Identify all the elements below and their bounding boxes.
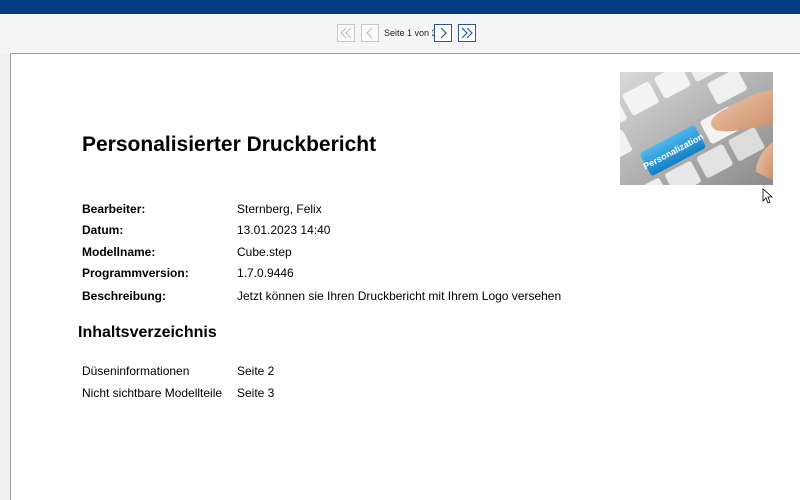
- toc-entry-page: Seite 3: [237, 386, 275, 400]
- toc-entry-label: Nicht sichtbare Modellteile: [82, 386, 223, 400]
- last-page-button[interactable]: [458, 24, 476, 42]
- report-page: Personalization ctrl Personalisierter Dr…: [10, 53, 800, 500]
- report-logo-image: Personalization ctrl: [620, 72, 773, 185]
- mouse-cursor-icon: [762, 188, 774, 204]
- field-value-bearbeiter: Sternberg, Felix: [237, 202, 322, 216]
- previous-page-icon: [366, 27, 373, 39]
- field-value-programmversion: 1.7.0.9446: [237, 266, 294, 280]
- toc-entry-page: Seite 2: [237, 364, 275, 378]
- toc-entry-label: Düseninformationen: [82, 364, 190, 378]
- first-page-button[interactable]: [337, 24, 355, 42]
- field-value-modellname: Cube.step: [237, 245, 292, 259]
- window-top-bar: [0, 0, 800, 14]
- previous-page-button[interactable]: [361, 24, 379, 42]
- field-label-programmversion: Programmversion:: [82, 266, 189, 280]
- first-page-icon: [340, 27, 352, 39]
- page-indicator: Seite 1 von 3: [384, 28, 437, 38]
- toc-heading: Inhaltsverzeichnis: [78, 324, 217, 341]
- field-label-modellname: Modellname:: [82, 245, 156, 259]
- field-label-bearbeiter: Bearbeiter:: [82, 202, 146, 216]
- next-page-icon: [440, 27, 447, 39]
- page-navigation-toolbar: Seite 1 von 3: [0, 14, 800, 54]
- last-page-icon: [461, 27, 473, 39]
- field-label-beschreibung: Beschreibung:: [82, 289, 167, 303]
- field-value-beschreibung: Jetzt können sie Ihren Druckbericht mit …: [237, 289, 562, 303]
- field-value-datum: 13.01.2023 14:40: [237, 223, 331, 237]
- next-page-button[interactable]: [434, 24, 452, 42]
- report-title: Personalisierter Druckbericht: [82, 133, 377, 156]
- field-label-datum: Datum:: [82, 223, 124, 237]
